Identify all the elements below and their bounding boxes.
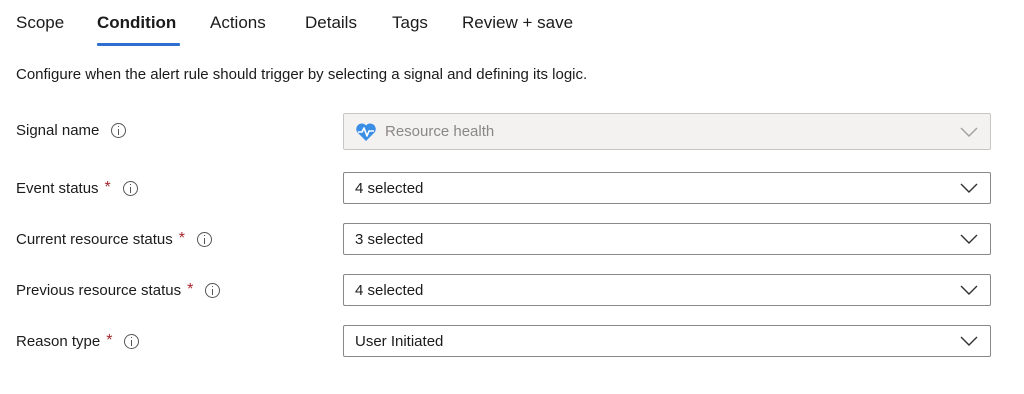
tab-condition[interactable]: Condition [97,13,176,33]
event-status-label-group: Event status * [16,179,138,197]
previous-resource-status-label-group: Previous resource status * [16,281,221,299]
reason-type-label: Reason type [16,332,101,350]
info-icon[interactable] [124,333,140,349]
info-icon[interactable] [111,123,127,138]
reason-type-label-group: Reason type * [16,332,140,350]
reason-type-value: User Initiated [355,332,444,350]
signal-name-label: Signal name [16,122,100,139]
required-marker: * [187,281,194,298]
previous-resource-status-select[interactable]: 4 selected [343,274,991,306]
tab-bar: Scope Condition Actions Details Tags Rev… [0,0,1024,50]
current-resource-status-row: Current resource status * 3 selected [0,221,1024,261]
previous-resource-status-row: Previous resource status * 4 selected [0,272,1024,312]
current-resource-status-label: Current resource status [16,230,173,248]
tab-scope[interactable]: Scope [16,13,64,33]
required-marker: * [106,332,113,349]
signal-name-row: Signal name Resource health [0,112,1024,152]
signal-name-label-group: Signal name [16,122,127,139]
tab-tags[interactable]: Tags [392,13,428,33]
previous-resource-status-label: Previous resource status [16,281,182,299]
required-marker: * [104,179,111,196]
chevron-down-icon [960,234,978,244]
chevron-down-icon [960,336,978,346]
required-marker: * [178,230,185,247]
chevron-down-icon [960,127,978,137]
heart-pulse-icon [356,122,376,141]
current-resource-status-label-group: Current resource status * [16,230,212,248]
event-status-select[interactable]: 4 selected [343,172,991,204]
current-resource-status-value: 3 selected [355,230,424,248]
info-icon[interactable] [196,231,212,247]
tab-review-save[interactable]: Review + save [462,13,573,33]
event-status-value: 4 selected [355,179,424,197]
reason-type-select[interactable]: User Initiated [343,325,991,357]
event-status-row: Event status * 4 selected [0,170,1024,210]
info-icon[interactable] [122,180,138,196]
current-resource-status-select[interactable]: 3 selected [343,223,991,255]
signal-name-value: Resource health [385,123,495,140]
reason-type-row: Reason type * User Initiated [0,323,1024,363]
signal-name-select: Resource health [343,113,991,150]
info-icon[interactable] [205,282,221,298]
event-status-label: Event status [16,179,99,197]
chevron-down-icon [960,183,978,193]
page-description: Configure when the alert rule should tri… [16,66,588,83]
tab-actions[interactable]: Actions [210,13,266,33]
previous-resource-status-value: 4 selected [355,281,424,299]
active-tab-indicator [97,43,180,46]
chevron-down-icon [960,285,978,295]
tab-details[interactable]: Details [305,13,357,33]
